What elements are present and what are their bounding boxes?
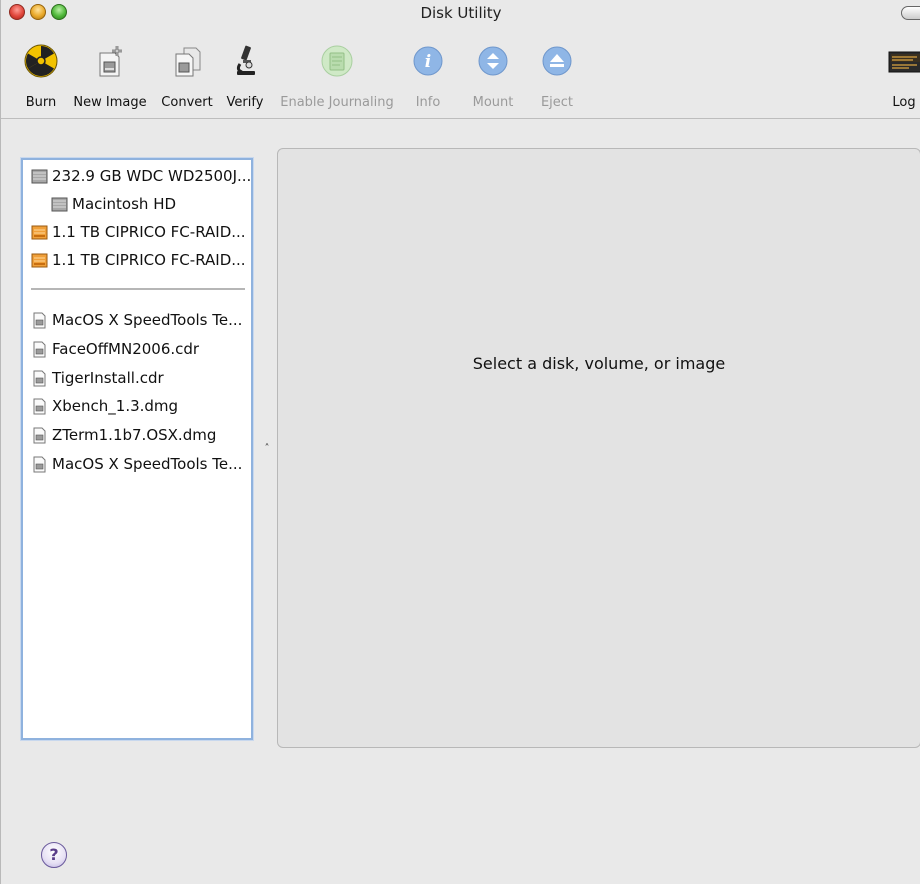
list-item-label: ZTerm1.1b7.OSX.dmg xyxy=(52,426,217,444)
burn-button[interactable]: Burn xyxy=(23,44,59,110)
burn-icon xyxy=(24,44,58,78)
mount-label: Mount xyxy=(472,95,514,110)
info-button[interactable]: i Info xyxy=(411,44,445,110)
mount-button[interactable]: Mount xyxy=(471,44,515,110)
log-icon xyxy=(887,44,920,78)
toolbar-toggle-button[interactable] xyxy=(901,6,920,20)
disk-image-icon xyxy=(31,370,48,387)
window-title: Disk Utility xyxy=(420,4,502,22)
list-item-image[interactable]: FaceOffMN2006.cdr xyxy=(31,337,199,361)
new-image-label: New Image xyxy=(73,95,147,110)
list-item-label: 1.1 TB CIPRICO FC-RAID... xyxy=(52,223,246,241)
list-divider xyxy=(31,288,245,290)
title-bar[interactable]: Disk Utility xyxy=(1,0,920,24)
list-item-label: Macintosh HD xyxy=(72,195,177,213)
list-item-label: 232.9 GB WDC WD2500J... xyxy=(52,167,252,185)
list-item-disk[interactable]: 1.1 TB CIPRICO FC-RAID... xyxy=(31,248,246,272)
list-item-image[interactable]: MacOS X SpeedTools Te... xyxy=(31,308,242,332)
help-button[interactable]: ? xyxy=(41,842,67,868)
list-item-image[interactable]: MacOS X SpeedTools Te... xyxy=(31,452,242,476)
list-item-image[interactable]: ZTerm1.1b7.OSX.dmg xyxy=(31,423,216,447)
list-item-image[interactable]: TigerInstall.cdr xyxy=(31,366,164,390)
list-item-disk[interactable]: 232.9 GB WDC WD2500J... xyxy=(31,164,251,188)
toolbar: Burn New Image Convert Verify Enable Jou… xyxy=(1,44,920,116)
info-label: Info xyxy=(415,95,441,110)
detail-panel: Select a disk, volume, or image xyxy=(277,148,920,748)
convert-button[interactable]: Convert xyxy=(159,44,215,110)
svg-text:i: i xyxy=(425,52,431,72)
external-disk-icon xyxy=(31,224,48,241)
list-item-label: FaceOffMN2006.cdr xyxy=(52,340,200,358)
toolbar-separator xyxy=(1,118,920,119)
disk-image-icon xyxy=(31,427,48,444)
convert-label: Convert xyxy=(161,95,213,110)
eject-label: Eject xyxy=(540,95,574,110)
info-icon: i xyxy=(411,44,445,78)
list-item-disk[interactable]: 1.1 TB CIPRICO FC-RAID... xyxy=(31,220,246,244)
eject-button[interactable]: Eject xyxy=(539,44,575,110)
volume-icon xyxy=(51,196,68,213)
disk-source-list[interactable]: 232.9 GB WDC WD2500J... Macintosh HD 1.1… xyxy=(21,158,253,740)
eject-icon xyxy=(540,44,574,78)
split-view-handle[interactable]: ˄ xyxy=(263,444,271,454)
disk-image-icon xyxy=(31,341,48,358)
empty-selection-message: Select a disk, volume, or image xyxy=(472,354,726,373)
disk-image-icon xyxy=(31,312,48,329)
list-item-label: MacOS X SpeedTools Te... xyxy=(52,455,243,473)
enable-journaling-button[interactable]: Enable Journaling xyxy=(277,44,397,110)
enable-journaling-label: Enable Journaling xyxy=(280,95,394,110)
list-item-label: Xbench_1.3.dmg xyxy=(52,397,179,415)
log-button[interactable]: Log xyxy=(887,44,920,110)
list-item-label: TigerInstall.cdr xyxy=(52,369,164,387)
disk-image-icon xyxy=(31,398,48,415)
enable-journaling-icon xyxy=(320,44,354,78)
list-item-label: 1.1 TB CIPRICO FC-RAID... xyxy=(52,251,246,269)
mount-icon xyxy=(476,44,510,78)
verify-button[interactable]: Verify xyxy=(225,44,265,110)
disk-image-icon xyxy=(31,456,48,473)
disk-utility-window: Disk Utility Burn New Image Convert Veri… xyxy=(0,0,920,884)
list-item-image[interactable]: Xbench_1.3.dmg xyxy=(31,394,178,418)
log-label: Log xyxy=(892,95,916,110)
external-disk-icon xyxy=(31,252,48,269)
new-image-icon xyxy=(93,44,127,78)
convert-icon xyxy=(170,44,204,78)
verify-label: Verify xyxy=(226,95,264,110)
new-image-button[interactable]: New Image xyxy=(73,44,147,110)
list-item-label: MacOS X SpeedTools Te... xyxy=(52,311,243,329)
list-item-volume[interactable]: Macintosh HD xyxy=(51,192,176,216)
burn-label: Burn xyxy=(25,95,57,110)
verify-microscope-icon xyxy=(228,44,262,78)
internal-disk-icon xyxy=(31,168,48,185)
